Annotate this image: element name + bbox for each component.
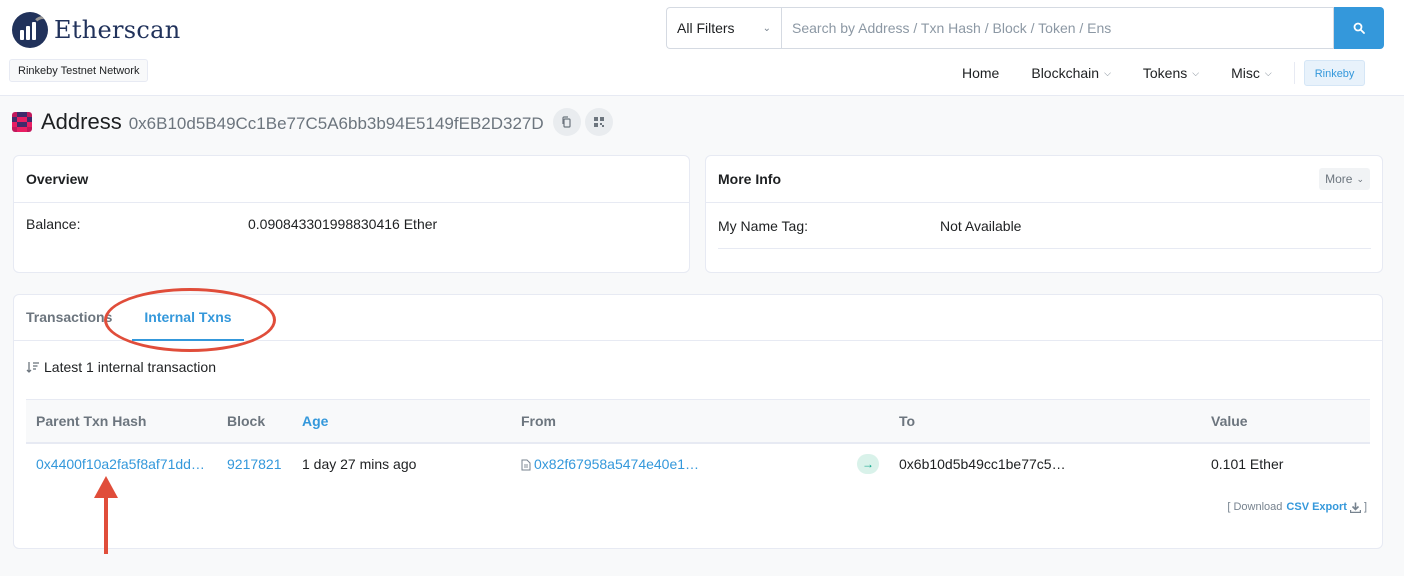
etherscan-logo[interactable]: Etherscan: [12, 12, 181, 48]
table-header-row: Parent Txn Hash Block Age From To Value: [26, 399, 1370, 444]
export-prefix: [ Download: [1227, 501, 1283, 513]
nav-tokens-label: Tokens: [1142, 65, 1188, 81]
nav-misc-label: Misc: [1231, 65, 1260, 81]
more-dropdown-button[interactable]: More ⌄: [1319, 168, 1370, 190]
overview-title: Overview: [26, 171, 89, 187]
chevron-down-icon: ⌄: [1356, 173, 1364, 184]
more-button-label: More: [1325, 172, 1353, 186]
address-hash: 0x6B10d5B49Cc1Be77C5A6bb3b94E5149fEB2D32…: [128, 113, 544, 133]
qr-code-button[interactable]: [584, 108, 613, 136]
address-heading: Address 0x6B10d5B49Cc1Be77C5A6bb3b94E514…: [12, 108, 613, 136]
col-direction: [847, 399, 889, 444]
address-label: Address: [41, 109, 122, 134]
annotation-arrow-icon: [94, 476, 118, 554]
overview-card-header: Overview: [14, 156, 689, 203]
col-age[interactable]: Age: [292, 399, 511, 444]
nav-home[interactable]: Home: [946, 65, 1015, 81]
table-row: 0x4400f10a2fa5f8af71dd… 9217821 1 day 27…: [26, 443, 1370, 485]
col-value: Value: [1201, 399, 1370, 444]
internal-txns-table: Parent Txn Hash Block Age From To Value …: [26, 399, 1370, 485]
chevron-down-icon: ⌵: [1192, 67, 1200, 78]
from-address-link[interactable]: 0x82f67958a5474e40e1…: [534, 456, 699, 472]
network-badge: Rinkeby Testnet Network: [9, 59, 149, 82]
nav-blockchain[interactable]: Blockchain ⌵: [1015, 65, 1127, 81]
search-input[interactable]: [781, 7, 1334, 49]
annotation-ellipse: [104, 288, 276, 352]
filter-select[interactable]: All Filters ⌄: [666, 7, 781, 49]
search-icon: [1353, 22, 1365, 34]
nav-home-label: Home: [962, 65, 1000, 81]
csv-export: [ Download CSV Export ]: [1227, 501, 1367, 513]
col-from: From: [511, 399, 847, 444]
latest-text: Latest 1 internal transaction: [44, 359, 216, 375]
col-to: To: [889, 399, 1201, 444]
main-nav: Home Blockchain ⌵ Tokens ⌵ Misc ⌵ Rinkeb…: [946, 60, 1366, 86]
etherscan-logo-icon: [12, 12, 48, 48]
chevron-down-icon: ⌵: [1264, 67, 1272, 78]
filter-select-label: All Filters: [677, 20, 735, 36]
search-button[interactable]: [1334, 7, 1384, 49]
age-value: 1 day 27 mins ago: [302, 456, 417, 472]
nav-misc[interactable]: Misc ⌵: [1215, 65, 1288, 81]
block-link[interactable]: 9217821: [227, 456, 282, 472]
arrow-right-icon: →: [857, 454, 879, 474]
col-parent-hash: Parent Txn Hash: [26, 399, 217, 444]
col-block: Block: [217, 399, 292, 444]
nav-blockchain-label: Blockchain: [1031, 65, 1100, 81]
logo-text: Etherscan: [54, 16, 181, 44]
site-header: Etherscan Rinkeby Testnet Network All Fi…: [0, 0, 1404, 96]
chevron-down-icon: ⌄: [762, 22, 771, 34]
nav-divider: [1293, 62, 1295, 84]
value-amount: 0.101 Ether: [1211, 456, 1284, 472]
name-tag-row: My Name Tag: Not Available: [718, 204, 1371, 249]
download-icon: [1349, 502, 1361, 513]
balance-value: 0.090843301998830416 Ether: [248, 216, 438, 232]
chevron-down-icon: ⌵: [1104, 67, 1111, 78]
qr-code-icon: [593, 117, 604, 127]
search-bar: All Filters ⌄: [666, 7, 1384, 49]
network-switch-button[interactable]: Rinkeby: [1303, 60, 1366, 86]
nav-tokens[interactable]: Tokens ⌵: [1127, 65, 1215, 81]
copy-icon: [562, 116, 571, 128]
name-tag-label: My Name Tag:: [718, 218, 808, 234]
balance-row: Balance: 0.090843301998830416 Ether: [26, 216, 437, 232]
contract-file-icon: [521, 459, 531, 471]
overview-card: Overview Balance: 0.090843301998830416 E…: [13, 155, 690, 273]
latest-summary: Latest 1 internal transaction: [26, 359, 216, 375]
address-identicon: [12, 112, 32, 132]
more-info-card: More Info More ⌄ My Name Tag: Not Availa…: [705, 155, 1383, 273]
to-address: 0x6b10d5b49cc1be77c5…: [899, 456, 1066, 472]
balance-label: Balance:: [26, 216, 81, 232]
name-tag-value: Not Available: [940, 218, 1022, 234]
parent-txn-hash-link[interactable]: 0x4400f10a2fa5f8af71dd…: [36, 456, 205, 472]
copy-address-button[interactable]: [552, 108, 581, 136]
csv-export-link[interactable]: CSV Export: [1286, 501, 1347, 513]
more-info-card-header: More Info More ⌄: [706, 156, 1382, 203]
export-suffix: ]: [1363, 501, 1367, 513]
sort-icon: [26, 362, 39, 373]
more-info-title: More Info: [718, 171, 781, 187]
